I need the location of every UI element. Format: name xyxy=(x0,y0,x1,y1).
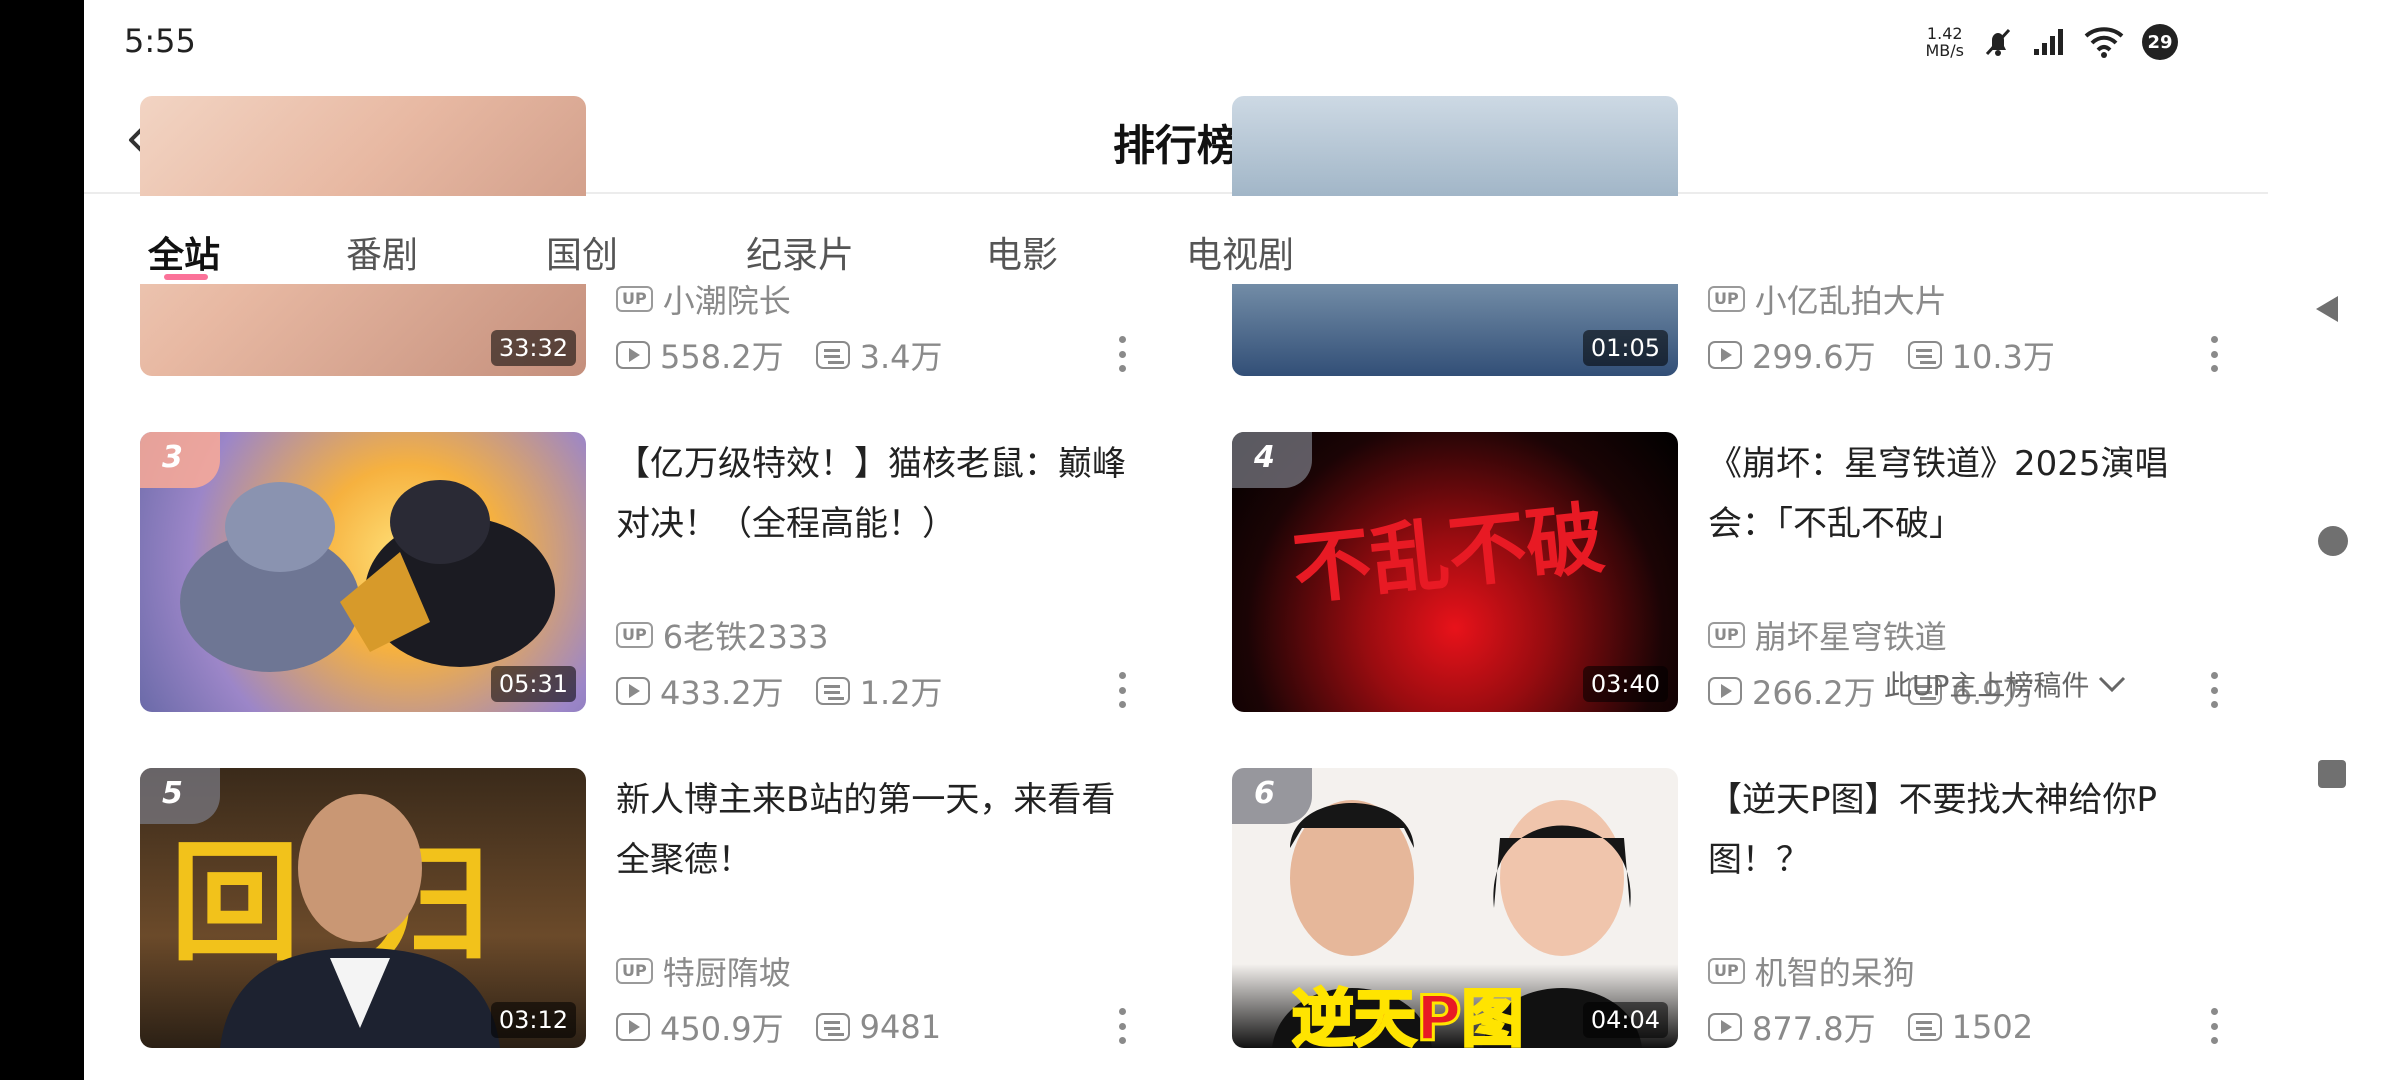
tab-tv-series[interactable]: 电视剧 xyxy=(1186,226,1294,278)
tab-movie[interactable]: 电影 xyxy=(986,226,1058,278)
author-name: 6老铁2333 xyxy=(662,618,829,656)
danmaku-count: 1.2万 xyxy=(859,674,943,712)
author-name: 崩坏星穹铁道 xyxy=(1754,618,1947,656)
video-card[interactable]: 回归 5 03:12 新人博主来B站的第一天，来看看全聚德！ UP 特厨隋坡 4… xyxy=(140,768,1150,1048)
video-duration: 01:05 xyxy=(1582,330,1668,366)
net-speed: 1.42 MB/s xyxy=(1925,24,1964,60)
danmaku-icon xyxy=(1907,1013,1942,1041)
app-screen: 5:55 1.42 MB/s 29 排行榜 全站 番剧 国创 纪录片 电影 电视… xyxy=(84,0,2268,1080)
tab-anime[interactable]: 番剧 xyxy=(346,226,418,278)
danmaku-count: 1502 xyxy=(1951,1008,2034,1046)
up-badge-icon: UP xyxy=(616,622,653,648)
signal-icon xyxy=(2032,27,2066,57)
danmaku-count: 10.3万 xyxy=(1951,338,2055,376)
up-ranking-videos-link[interactable]: 此UP主上榜稿件 xyxy=(1884,664,2127,704)
view-count: 450.9万 xyxy=(660,1010,784,1048)
video-thumbnail[interactable]: 逆天P图 6 04:04 xyxy=(1232,768,1678,1048)
play-count-icon xyxy=(1708,1013,1742,1041)
danmaku-icon xyxy=(815,677,850,705)
video-duration: 33:32 xyxy=(490,330,576,366)
rank-badge: 4 xyxy=(1232,432,1312,488)
chevron-down-icon xyxy=(2099,676,2126,693)
video-card[interactable]: 3 05:31 【亿万级特效！】猫核老鼠：巅峰对决！（全程高能！） UP 6老铁… xyxy=(140,432,1150,712)
video-duration: 05:31 xyxy=(490,666,576,702)
danmaku-count: 3.4万 xyxy=(859,338,943,376)
video-title[interactable]: 《崩坏：星穹铁道》2025演唱会：「不乱不破」 xyxy=(1708,434,2228,554)
nav-back-icon[interactable] xyxy=(2316,296,2338,322)
more-options-button[interactable] xyxy=(2202,332,2226,376)
play-count-icon xyxy=(616,1013,650,1041)
rank-badge: 6 xyxy=(1232,768,1312,824)
view-count: 266.2万 xyxy=(1752,674,1876,712)
stats-row: 433.2万 1.2万 xyxy=(616,668,975,714)
danmaku-count: 9481 xyxy=(859,1008,942,1046)
video-thumbnail[interactable]: 3 05:31 xyxy=(140,432,586,712)
rank-badge: 5 xyxy=(140,768,220,824)
more-options-button[interactable] xyxy=(1110,668,1134,712)
view-count: 299.6万 xyxy=(1752,338,1876,376)
danmaku-icon xyxy=(815,341,850,369)
muted-bell-icon xyxy=(1982,26,2014,58)
danmaku-icon xyxy=(1907,341,1942,369)
video-title[interactable]: 新人博主来B站的第一天，来看看全聚德！ xyxy=(616,770,1136,890)
view-count: 877.8万 xyxy=(1752,1010,1876,1048)
rank-badge: 3 xyxy=(140,432,220,488)
author-name: 特厨隋坡 xyxy=(662,954,791,992)
author-row[interactable]: UP 6老铁2333 xyxy=(616,612,829,658)
more-options-button[interactable] xyxy=(2202,1004,2226,1048)
category-tabs: 全站 番剧 国创 纪录片 电影 电视剧 xyxy=(84,196,2268,284)
concert-title-art: 不乱不破 xyxy=(1288,492,1609,617)
status-time: 5:55 xyxy=(124,22,196,60)
p-image-title-art: 逆天P图 xyxy=(1290,981,1524,1049)
stats-row: 299.6万 10.3万 xyxy=(1708,332,2087,378)
more-options-button[interactable] xyxy=(2202,668,2226,712)
danmaku-icon xyxy=(815,1013,850,1041)
video-thumbnail[interactable]: 回归 5 03:12 xyxy=(140,768,586,1048)
tab-all[interactable]: 全站 xyxy=(148,226,220,278)
video-thumbnail[interactable]: 不乱不破 4 03:40 xyxy=(1232,432,1678,712)
up-badge-icon: UP xyxy=(1708,286,1745,312)
stats-row: 877.8万 1502 xyxy=(1708,1004,2065,1050)
author-row[interactable]: UP 机智的呆狗 xyxy=(1708,948,1915,994)
video-duration: 03:12 xyxy=(490,1002,576,1038)
up-badge-icon: UP xyxy=(1708,622,1745,648)
stats-row: 450.9万 9481 xyxy=(616,1004,973,1050)
battery-indicator: 29 xyxy=(2142,24,2178,60)
up-badge-icon: UP xyxy=(616,286,653,312)
wifi-icon xyxy=(2084,26,2124,58)
play-count-icon xyxy=(616,677,650,705)
nav-recents-icon[interactable] xyxy=(2318,760,2346,788)
video-duration: 03:40 xyxy=(1582,666,1668,702)
active-tab-indicator xyxy=(164,274,208,280)
status-icons: 1.42 MB/s 29 xyxy=(1925,22,2178,62)
tab-guochuang[interactable]: 国创 xyxy=(546,226,618,278)
nav-home-icon[interactable] xyxy=(2318,526,2348,556)
play-count-icon xyxy=(1708,341,1742,369)
more-options-button[interactable] xyxy=(1110,332,1134,376)
more-options-button[interactable] xyxy=(1110,1004,1134,1048)
play-count-icon xyxy=(616,341,650,369)
author-row[interactable]: UP 特厨隋坡 xyxy=(616,948,791,994)
video-title[interactable]: 【逆天P图】不要找大神给你P图！？ xyxy=(1708,770,2228,890)
author-name: 机智的呆狗 xyxy=(1754,954,1915,992)
play-count-icon xyxy=(1708,677,1742,705)
tab-documentary[interactable]: 纪录片 xyxy=(746,226,854,278)
stats-row: 558.2万 3.4万 xyxy=(616,332,975,378)
author-row[interactable]: UP 崩坏星穹铁道 xyxy=(1708,612,1947,658)
video-card[interactable]: 逆天P图 6 04:04 【逆天P图】不要找大神给你P图！？ UP 机智的呆狗 … xyxy=(1232,768,2242,1048)
view-count: 433.2万 xyxy=(660,674,784,712)
up-badge-icon: UP xyxy=(616,958,653,984)
up-badge-icon: UP xyxy=(1708,958,1745,984)
left-black-bar xyxy=(0,0,84,1080)
view-count: 558.2万 xyxy=(660,338,784,376)
video-title[interactable]: 【亿万级特效！】猫核老鼠：巅峰对决！（全程高能！） xyxy=(616,434,1136,554)
video-duration: 04:04 xyxy=(1582,1002,1668,1038)
